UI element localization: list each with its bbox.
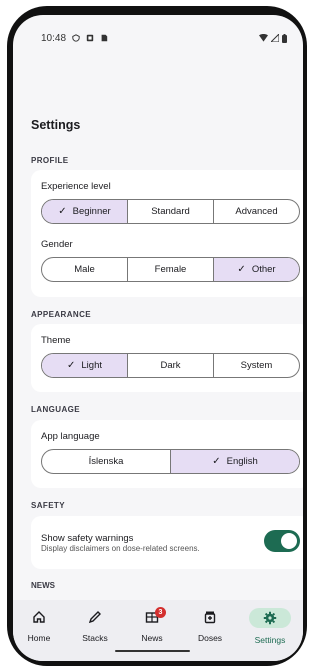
wifi-icon	[259, 34, 268, 42]
check-icon: ✓	[212, 456, 221, 467]
nav-item-doses[interactable]: Doses	[185, 608, 235, 643]
nav-item-settings[interactable]: Settings	[245, 608, 295, 645]
doses-icon	[185, 608, 235, 626]
status-time: 10:48	[41, 32, 67, 44]
theme-option-system[interactable]: System	[214, 354, 299, 377]
theme-segmented-control: ✓ Light Dark System	[41, 353, 300, 378]
safety-card: Show safety warnings Display disclaimers…	[31, 516, 303, 569]
gesture-handle[interactable]	[115, 650, 190, 652]
nav-item-home[interactable]: Home	[14, 608, 64, 643]
status-bar: 10:48	[41, 31, 287, 45]
theme-option-dark[interactable]: Dark	[128, 354, 214, 377]
gender-option-female[interactable]: Female	[128, 258, 214, 281]
shield-icon	[72, 34, 80, 42]
safety-warnings-title: Show safety warnings	[41, 533, 134, 544]
language-option-english[interactable]: ✓ English	[171, 450, 299, 473]
language-card: App language Íslenska ✓ English	[31, 420, 303, 488]
theme-option-light[interactable]: ✓ Light	[42, 354, 128, 377]
page-title: Settings	[31, 118, 81, 132]
section-language: LANGUAGE	[31, 405, 80, 414]
gender-segmented-control: Male Female ✓ Other	[41, 257, 300, 282]
gear-icon	[249, 608, 291, 628]
nav-label: Doses	[197, 633, 223, 643]
language-segmented-control: Íslenska ✓ English	[41, 449, 300, 474]
signal-icon	[271, 34, 279, 42]
gender-label: Gender	[41, 239, 73, 250]
section-news: NEWS	[31, 581, 55, 590]
gender-option-male[interactable]: Male	[42, 258, 128, 281]
toggle-knob	[281, 533, 297, 549]
check-icon: ✓	[237, 264, 246, 275]
nav-item-news[interactable]: 3 News	[127, 607, 177, 643]
section-appearance: APPEARANCE	[31, 310, 92, 319]
nav-label: Stacks	[82, 633, 108, 643]
nav-label: Home	[27, 633, 51, 643]
theme-label: Theme	[41, 335, 71, 346]
experience-label: Experience level	[41, 181, 111, 192]
section-profile: PROFILE	[31, 156, 69, 165]
section-safety: SAFETY	[31, 501, 65, 510]
profile-card: Experience level ✓ Beginner Standard Adva…	[31, 170, 303, 297]
app-screen: 10:48 Settings PROFILE Experience level …	[13, 15, 303, 661]
notification-icon	[86, 34, 94, 42]
experience-segmented-control: ✓ Beginner Standard Advanced	[41, 199, 300, 224]
experience-option-standard[interactable]: Standard	[128, 200, 214, 223]
nav-label: Settings	[254, 635, 286, 645]
battery-icon	[282, 33, 287, 43]
sim-icon	[101, 34, 108, 42]
news-icon: 3	[127, 607, 177, 626]
safety-warnings-description: Display disclaimers on dose-related scre…	[41, 544, 200, 553]
home-icon	[14, 608, 64, 626]
check-icon: ✓	[67, 360, 76, 371]
appearance-card: Theme ✓ Light Dark System	[31, 324, 303, 392]
nav-item-stacks[interactable]: Stacks	[70, 608, 120, 643]
news-badge: 3	[155, 607, 166, 618]
nav-label: News	[141, 633, 163, 643]
check-icon: ✓	[58, 206, 67, 217]
safety-warnings-toggle[interactable]	[264, 530, 300, 552]
experience-option-advanced[interactable]: Advanced	[214, 200, 299, 223]
experience-option-beginner[interactable]: ✓ Beginner	[42, 200, 128, 223]
language-option-islenska[interactable]: Íslenska	[42, 450, 171, 473]
gender-option-other[interactable]: ✓ Other	[214, 258, 299, 281]
app-language-label: App language	[41, 431, 100, 442]
pencil-icon	[70, 608, 120, 626]
